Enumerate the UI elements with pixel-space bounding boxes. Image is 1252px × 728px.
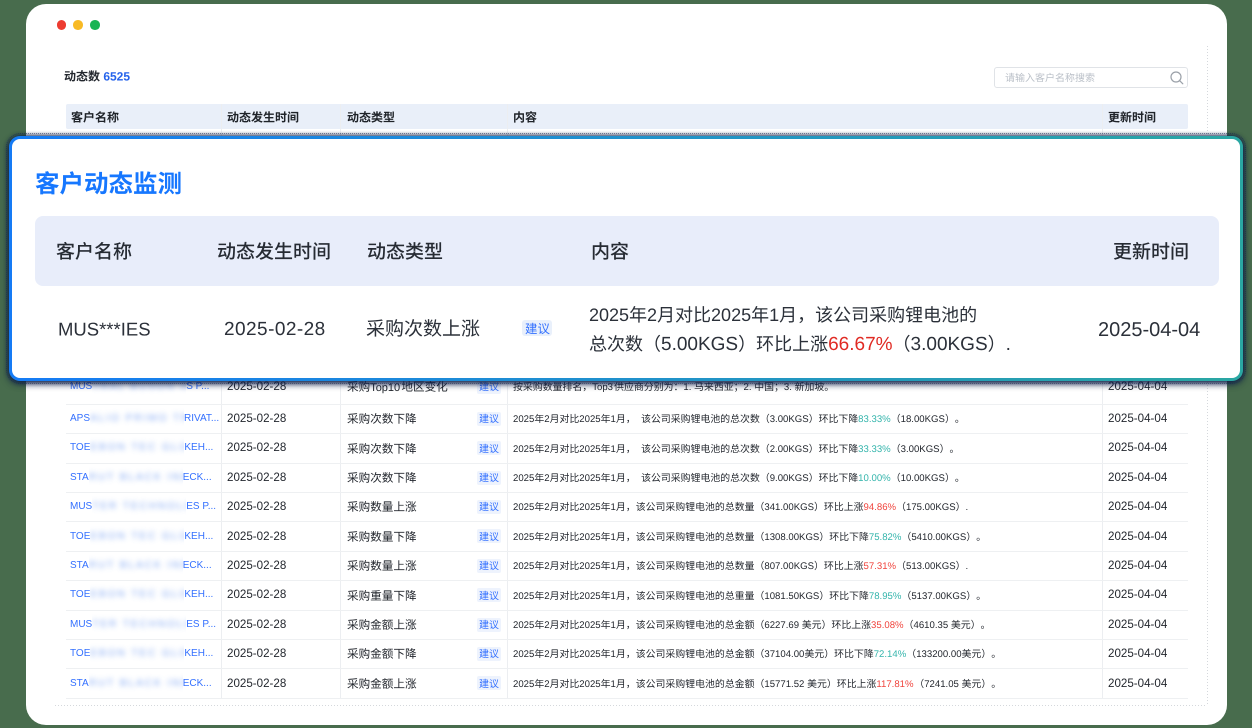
svg-text:2025: 2025 (513, 532, 534, 543)
svg-text:1: 1 (611, 591, 616, 602)
svg-text:5137.00KGS: 5137.00KGS (911, 591, 966, 602)
svg-text:3.00KGS: 3.00KGS (901, 444, 940, 455)
svg-text:2025: 2025 (711, 305, 751, 325)
svg-text:5.00KGS: 5.00KGS (661, 334, 738, 355)
svg-text:2025: 2025 (513, 679, 534, 690)
svg-text:2025-04-04: 2025-04-04 (1098, 319, 1200, 341)
svg-text:75.82%: 75.82% (869, 532, 902, 543)
svg-text:133200.00: 133200.00 (916, 650, 961, 661)
svg-text:10.00%: 10.00% (858, 473, 891, 484)
svg-text:33.33%: 33.33% (858, 444, 891, 455)
svg-text:117.81%: 117.81% (876, 679, 914, 690)
svg-text:3.00KGS: 3.00KGS (911, 334, 988, 355)
svg-text:2025: 2025 (513, 650, 534, 661)
svg-text:2: 2 (544, 561, 549, 572)
svg-text:3.00KGS: 3.00KGS (770, 414, 809, 425)
svg-text:37104.00: 37104.00 (764, 650, 804, 661)
svg-text:2025: 2025 (579, 650, 600, 661)
svg-text:2: 2 (647, 305, 657, 325)
svg-text:83.33%: 83.33% (858, 414, 891, 425)
svg-text:2025-02-28: 2025-02-28 (224, 319, 326, 340)
svg-text:57.31%: 57.31% (864, 561, 897, 572)
svg-text:2.: 2. (744, 382, 752, 393)
svg-text:513.00KGS: 513.00KGS (906, 561, 956, 572)
svg-text:2025: 2025 (579, 679, 600, 690)
svg-text:6227.69: 6227.69 (764, 620, 799, 631)
svg-text:.: . (1006, 334, 1011, 355)
svg-text:341.00KGS: 341.00KGS (764, 503, 814, 514)
svg-text:2025: 2025 (513, 414, 534, 425)
svg-text:.: . (966, 561, 969, 572)
svg-text:2: 2 (544, 444, 549, 455)
svg-text:2: 2 (544, 503, 549, 514)
svg-text:2025: 2025 (579, 414, 600, 425)
svg-text:2: 2 (544, 591, 549, 602)
svg-text:1308.00KGS: 1308.00KGS (764, 532, 819, 543)
svg-text:15771.52: 15771.52 (764, 679, 804, 690)
svg-text:2025: 2025 (579, 532, 600, 543)
svg-text:2025: 2025 (579, 503, 600, 514)
svg-text:1: 1 (611, 650, 616, 661)
svg-text:94.86%: 94.86% (864, 503, 897, 514)
svg-text:2025: 2025 (579, 473, 600, 484)
svg-text:1081.50KGS: 1081.50KGS (764, 591, 819, 602)
svg-text:Top10: Top10 (370, 382, 400, 394)
svg-text:.: . (966, 503, 969, 514)
svg-text:1: 1 (611, 444, 616, 455)
svg-text:2: 2 (544, 650, 549, 661)
svg-text:4610.35: 4610.35 (914, 620, 949, 631)
svg-text:175.00KGS: 175.00KGS (906, 503, 956, 514)
svg-text:78.95%: 78.95% (869, 591, 902, 602)
svg-text:1: 1 (611, 561, 616, 572)
svg-text:1: 1 (611, 620, 616, 631)
svg-text:1: 1 (611, 679, 616, 690)
svg-text:9.00KGS: 9.00KGS (770, 473, 809, 484)
svg-text:2: 2 (544, 532, 549, 543)
svg-text:35.08%: 35.08% (871, 620, 904, 631)
svg-text:2: 2 (544, 473, 549, 484)
svg-text:2025: 2025 (513, 591, 534, 602)
svg-text:2: 2 (544, 620, 549, 631)
svg-text:2025: 2025 (513, 561, 534, 572)
svg-text:2025: 2025 (589, 305, 629, 325)
svg-text:3.: 3. (784, 382, 792, 393)
svg-text:2025: 2025 (513, 444, 534, 455)
svg-text:2025: 2025 (579, 591, 600, 602)
svg-text:Top3: Top3 (592, 382, 613, 393)
svg-text:6525: 6525 (103, 69, 130, 83)
svg-text:1: 1 (611, 532, 616, 543)
svg-text:66.67%: 66.67% (828, 334, 893, 355)
svg-text:2025: 2025 (513, 503, 534, 514)
svg-text:1: 1 (769, 305, 779, 325)
svg-text:2025: 2025 (579, 620, 600, 631)
svg-text:1.: 1. (683, 382, 691, 393)
svg-text:MUS***IES: MUS***IES (58, 318, 151, 339)
svg-text:5410.00KGS: 5410.00KGS (911, 532, 966, 543)
svg-text:2: 2 (544, 679, 549, 690)
svg-text:2025: 2025 (579, 561, 600, 572)
svg-text:2.00KGS: 2.00KGS (770, 444, 809, 455)
svg-text:1: 1 (611, 414, 616, 425)
svg-text:7241.05: 7241.05 (924, 679, 959, 690)
svg-text:807.00KGS: 807.00KGS (764, 561, 814, 572)
svg-text:72.14%: 72.14% (874, 650, 907, 661)
svg-text:1: 1 (611, 473, 616, 484)
svg-text:10.00KGS: 10.00KGS (901, 473, 945, 484)
svg-text:2: 2 (544, 414, 549, 425)
svg-text:2025: 2025 (513, 620, 534, 631)
svg-text:2025: 2025 (513, 473, 534, 484)
svg-text:2025: 2025 (579, 444, 600, 455)
svg-text:18.00KGS: 18.00KGS (901, 414, 945, 425)
svg-text:1: 1 (611, 503, 616, 514)
